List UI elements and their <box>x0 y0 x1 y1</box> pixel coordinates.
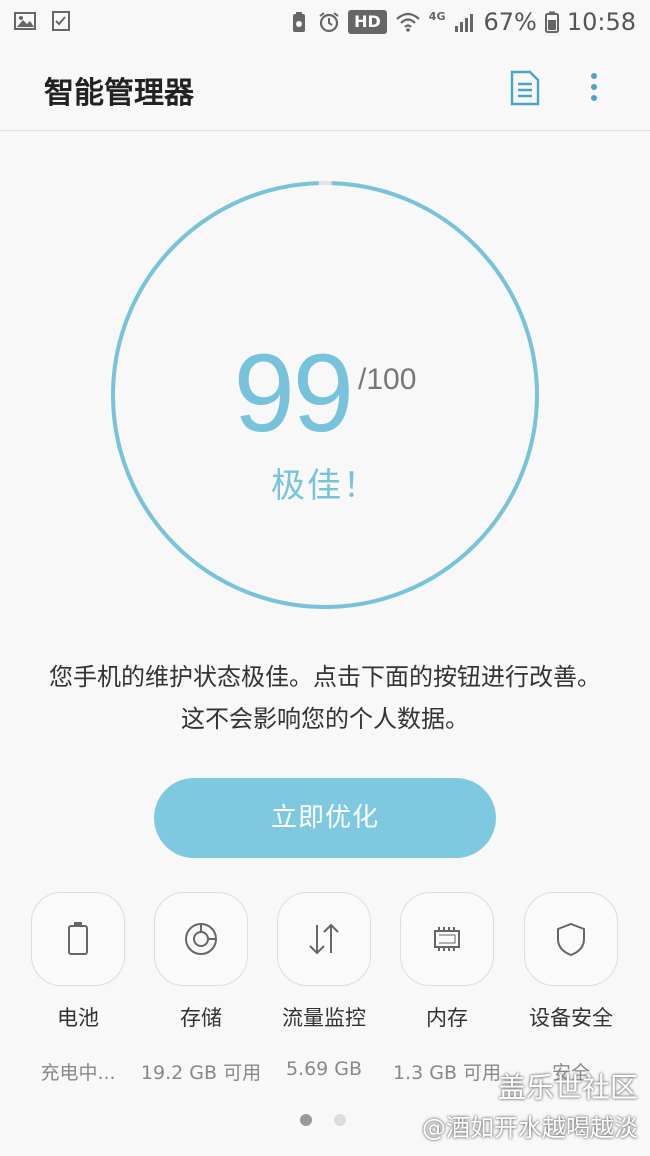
battery-icon <box>68 922 88 955</box>
memory-chip-icon <box>434 927 460 951</box>
image-icon <box>14 12 36 30</box>
category-battery-button[interactable] <box>31 892 125 986</box>
score-ring: 99/100 极佳！ <box>110 180 540 610</box>
category-value: 充电中... <box>40 1062 116 1084</box>
category-label: 内存 <box>426 1006 468 1030</box>
category-data-usage-button[interactable] <box>277 892 371 986</box>
score-display: 99/100 <box>110 330 540 457</box>
category-label: 设备安全 <box>529 1006 613 1030</box>
shield-icon <box>557 922 585 957</box>
battery-icon <box>544 11 559 33</box>
category-label: 电池 <box>57 1006 99 1030</box>
category-device-security[interactable]: 设备安全 安全 <box>509 892 633 1085</box>
category-data-usage[interactable]: 流量监控 5.69 GB <box>262 892 386 1080</box>
wifi-icon <box>396 12 420 32</box>
page-indicator <box>300 1114 346 1126</box>
category-memory-button[interactable] <box>400 892 494 986</box>
battery-percent: 67% <box>483 8 537 36</box>
page-dot-active[interactable] <box>300 1114 312 1126</box>
category-label: 存储 <box>180 1006 222 1030</box>
app-bar: 智能管理器 <box>0 44 650 131</box>
storage-icon <box>185 923 217 955</box>
clock: 10:58 <box>566 8 636 36</box>
category-memory[interactable]: 内存 1.3 GB 可用 <box>385 892 509 1085</box>
category-row: 电池 充电中... 存储 19.2 GB 可用 流量监控 5.69 GB 内存 … <box>0 892 650 1092</box>
page-dot[interactable] <box>334 1114 346 1126</box>
category-label: 流量监控 <box>282 1006 366 1030</box>
alarm-icon <box>319 12 339 33</box>
page-title: 智能管理器 <box>44 76 194 111</box>
network-type: 4G <box>428 9 446 23</box>
score-value: 99 <box>233 332 354 455</box>
signal-icon <box>455 14 474 32</box>
recycle-battery-icon <box>293 12 306 32</box>
task-icon <box>52 11 70 31</box>
hd-badge: HD <box>348 10 387 34</box>
category-value: 19.2 GB 可用 <box>140 1062 262 1084</box>
category-storage-button[interactable] <box>154 892 248 986</box>
score-max: /100 <box>357 363 417 396</box>
data-transfer-icon <box>309 923 339 955</box>
watermark-author: @酒如开水越喝越淡 <box>422 1114 638 1142</box>
score-rating: 极佳！ <box>271 466 379 506</box>
status-bar: HD 4G 67% 10:58 <box>0 0 650 44</box>
category-value: 5.69 GB <box>285 1058 363 1080</box>
category-battery[interactable]: 电池 充电中... <box>16 892 140 1085</box>
report-icon[interactable] <box>506 70 542 106</box>
category-storage[interactable]: 存储 19.2 GB 可用 <box>139 892 263 1085</box>
screen: HD 4G 67% 10:58 智能管理器 99 /100 极佳！ 您手机的维护… <box>0 0 650 1156</box>
more-options-icon[interactable] <box>582 70 606 106</box>
category-device-security-button[interactable] <box>524 892 618 986</box>
status-description: 您手机的维护状态极佳。点击下面的按钮进行改善。这不会影响您的个人数据。 <box>49 663 601 733</box>
optimize-button[interactable]: 立即优化 <box>154 778 496 858</box>
category-value: 1.3 GB 可用 <box>392 1062 502 1084</box>
watermark-community: 盖乐世社区 <box>497 1071 638 1104</box>
